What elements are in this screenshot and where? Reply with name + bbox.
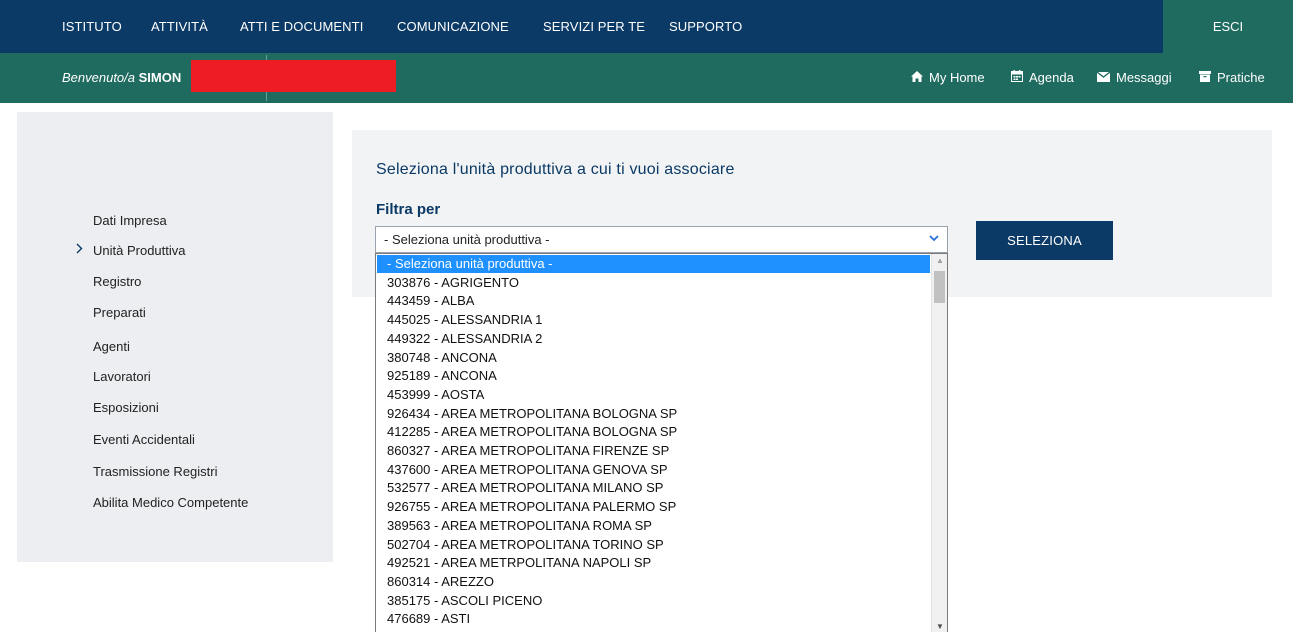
- sidebar-item-registro[interactable]: Registro: [93, 274, 141, 289]
- sidebar-item-lavoratori[interactable]: Lavoratori: [93, 369, 151, 384]
- quicklink-label: Agenda: [1029, 70, 1074, 85]
- scroll-up-icon[interactable]: ▲: [936, 256, 944, 265]
- dropdown-option[interactable]: 860314 - AREZZO: [377, 573, 930, 591]
- nav-supporto[interactable]: SUPPORTO: [669, 0, 742, 53]
- quicklink-label: Pratiche: [1217, 70, 1265, 85]
- dropdown-option[interactable]: 380748 - ANCONA: [377, 349, 930, 367]
- sidebar-item-esposizioni[interactable]: Esposizioni: [93, 400, 159, 415]
- archive-icon: [1198, 53, 1211, 103]
- redaction-box: [191, 60, 396, 92]
- sidebar: Dati Impresa Unità Produttiva Registro P…: [17, 112, 333, 562]
- dropdown-option[interactable]: 449322 - ALESSANDRIA 2: [377, 330, 930, 348]
- chevron-right-icon: [76, 243, 83, 257]
- scrollbar[interactable]: ▲ ▼: [931, 254, 947, 632]
- dropdown-option[interactable]: 476689 - ASTI: [377, 610, 930, 628]
- top-navigation: ISTITUTO ATTIVITÀ ATTI E DOCUMENTI COMUN…: [0, 0, 1293, 53]
- dropdown-option[interactable]: 502704 - AREA METROPOLITANA TORINO SP: [377, 536, 930, 554]
- sidebar-item-preparati[interactable]: Preparati: [93, 305, 146, 320]
- quicklink-messaggi[interactable]: Messaggi: [1096, 53, 1172, 103]
- scroll-down-icon[interactable]: ▼: [936, 622, 944, 631]
- sidebar-item-eventi-accidentali[interactable]: Eventi Accidentali: [93, 432, 195, 447]
- unit-select[interactable]: - Seleziona unità produttiva -: [375, 226, 948, 253]
- calendar-icon: [1010, 53, 1023, 103]
- dropdown-option[interactable]: 437600 - AREA METROPOLITANA GENOVA SP: [377, 461, 930, 479]
- quicklink-label: Messaggi: [1116, 70, 1172, 85]
- dropdown-option[interactable]: 925189 - ANCONA: [377, 367, 930, 385]
- logout-button[interactable]: ESCI: [1163, 0, 1293, 53]
- dropdown-option[interactable]: 926755 - AREA METROPOLITANA PALERMO SP: [377, 498, 930, 516]
- dropdown-option[interactable]: - Seleziona unità produttiva -: [377, 255, 930, 273]
- select-value: - Seleziona unità produttiva -: [384, 232, 550, 247]
- sidebar-item-trasmissione-registri[interactable]: Trasmissione Registri: [93, 464, 218, 479]
- unit-dropdown-list[interactable]: - Seleziona unità produttiva -303876 - A…: [375, 253, 948, 632]
- quicklink-pratiche[interactable]: Pratiche: [1198, 53, 1265, 103]
- sidebar-item-abilita-medico-competente[interactable]: Abilita Medico Competente: [93, 495, 248, 510]
- dropdown-option[interactable]: 389563 - AREA METROPOLITANA ROMA SP: [377, 517, 930, 535]
- dropdown-option[interactable]: 532577 - AREA METROPOLITANA MILANO SP: [377, 479, 930, 497]
- quicklink-label: My Home: [929, 70, 985, 85]
- quicklink-agenda[interactable]: Agenda: [1010, 53, 1074, 103]
- dropdown-option[interactable]: 860327 - AREA METROPOLITANA FIRENZE SP: [377, 442, 930, 460]
- nav-comunicazione[interactable]: COMUNICAZIONE: [397, 0, 509, 53]
- nav-servizi-per-te[interactable]: SERVIZI PER TE: [543, 0, 645, 53]
- dropdown-option[interactable]: 412285 - AREA METROPOLITANA BOLOGNA SP: [377, 423, 930, 441]
- nav-attivita[interactable]: ATTIVITÀ: [151, 0, 208, 53]
- chevron-down-icon: [929, 227, 939, 252]
- scrollbar-thumb[interactable]: [934, 271, 945, 303]
- user-name: SIMON: [138, 70, 182, 85]
- home-icon: [910, 53, 923, 103]
- dropdown-option[interactable]: 926434 - AREA METROPOLITANA BOLOGNA SP: [377, 405, 930, 423]
- dropdown-option[interactable]: 453999 - AOSTA: [377, 386, 930, 404]
- sidebar-item-unita-produttiva[interactable]: Unità Produttiva: [93, 243, 186, 258]
- dropdown-option[interactable]: 445025 - ALESSANDRIA 1: [377, 311, 930, 329]
- dropdown-option[interactable]: 443459 - ALBA: [377, 292, 930, 310]
- welcome-bar: Benvenuto/a SIMON My Home Agenda Messagg…: [0, 53, 1293, 103]
- welcome-message: Benvenuto/a SIMON: [62, 53, 181, 103]
- filter-label: Filtra per: [376, 201, 441, 218]
- dropdown-option[interactable]: 385175 - ASCOLI PICENO: [377, 592, 930, 610]
- sidebar-item-dati-impresa[interactable]: Dati Impresa: [93, 213, 167, 228]
- dropdown-option[interactable]: 492521 - AREA METRPOLITANA NAPOLI SP: [377, 554, 930, 572]
- sidebar-item-agenti[interactable]: Agenti: [93, 339, 130, 354]
- dropdown-option[interactable]: 303876 - AGRIGENTO: [377, 274, 930, 292]
- nav-atti-e-documenti[interactable]: ATTI E DOCUMENTI: [240, 0, 363, 53]
- nav-istituto[interactable]: ISTITUTO: [62, 0, 122, 53]
- seleziona-button[interactable]: SELEZIONA: [976, 221, 1113, 260]
- envelope-icon: [1096, 53, 1111, 103]
- page-title: Seleziona l'unità produttiva a cui ti vu…: [376, 161, 735, 178]
- quicklink-my-home[interactable]: My Home: [910, 53, 985, 103]
- greeting-text: Benvenuto/a: [62, 70, 136, 85]
